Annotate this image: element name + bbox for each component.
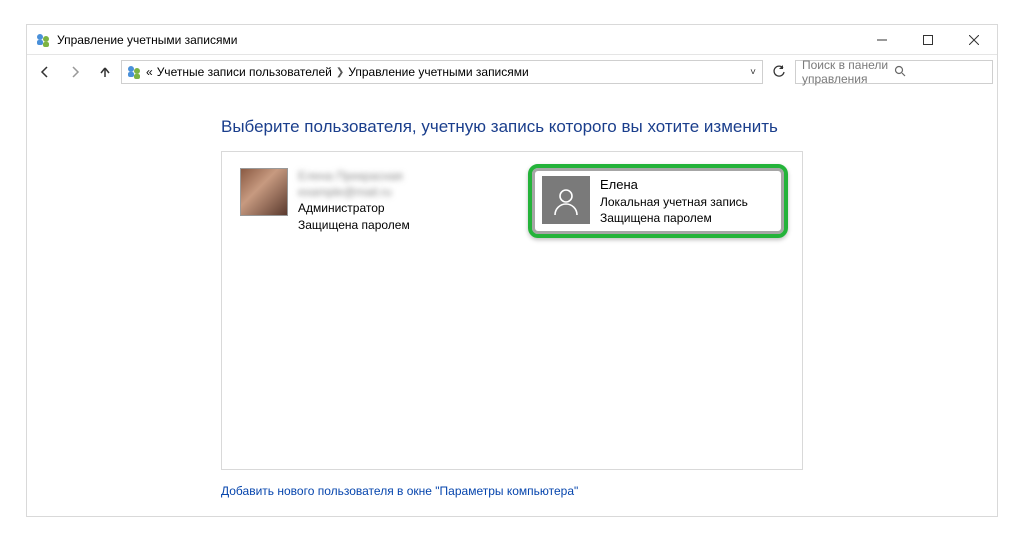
add-user-link[interactable]: Добавить нового пользователя в окне "Пар…	[221, 484, 803, 498]
breadcrumb-item-1[interactable]: Учетные записи пользователей	[157, 65, 332, 79]
page-heading: Выберите пользователя, учетную запись ко…	[221, 117, 803, 137]
breadcrumb: « Учетные записи пользователей ❯ Управле…	[146, 65, 529, 79]
refresh-button[interactable]	[767, 60, 791, 84]
search-placeholder: Поиск в панели управления	[802, 58, 894, 86]
users-icon	[126, 64, 142, 80]
avatar-photo	[240, 168, 288, 216]
maximize-button[interactable]	[905, 25, 951, 54]
users-panel: Елена Прекрасная example@mail.ru Админис…	[221, 151, 803, 470]
address-bar[interactable]: « Учетные записи пользователей ❯ Управле…	[121, 60, 763, 84]
user-account-type: Локальная учетная запись	[600, 194, 748, 210]
titlebar: Управление учетными записями	[27, 25, 997, 55]
user-role: Администратор	[298, 200, 410, 216]
search-icon	[894, 65, 986, 80]
nav-up-button[interactable]	[91, 58, 119, 86]
close-button[interactable]	[951, 25, 997, 54]
user-protected: Защищена паролем	[298, 217, 410, 233]
user-name: Елена Прекрасная	[298, 168, 410, 184]
address-dropdown-button[interactable]: ˅	[748, 67, 758, 78]
minimize-button[interactable]	[859, 25, 905, 54]
users-icon	[35, 32, 51, 48]
person-icon	[551, 185, 581, 215]
breadcrumb-item-2[interactable]: Управление учетными записями	[348, 65, 528, 79]
breadcrumb-prefix: «	[146, 65, 153, 79]
user-email: example@mail.ru	[298, 184, 410, 200]
navbar: « Учетные записи пользователей ❯ Управле…	[27, 55, 997, 89]
chevron-right-icon: ❯	[336, 67, 344, 78]
nav-forward-button[interactable]	[61, 58, 89, 86]
content-area: Выберите пользователя, учетную запись ко…	[27, 89, 997, 516]
window-title: Управление учетными записями	[57, 33, 859, 47]
user-card-local[interactable]: Елена Локальная учетная запись Защищена …	[528, 164, 788, 238]
user-protected: Защищена паролем	[600, 210, 748, 226]
avatar-generic	[542, 176, 590, 224]
user-name: Елена	[600, 176, 748, 194]
user-card-admin[interactable]: Елена Прекрасная example@mail.ru Админис…	[236, 164, 496, 237]
search-input[interactable]: Поиск в панели управления	[795, 60, 993, 84]
nav-back-button[interactable]	[31, 58, 59, 86]
